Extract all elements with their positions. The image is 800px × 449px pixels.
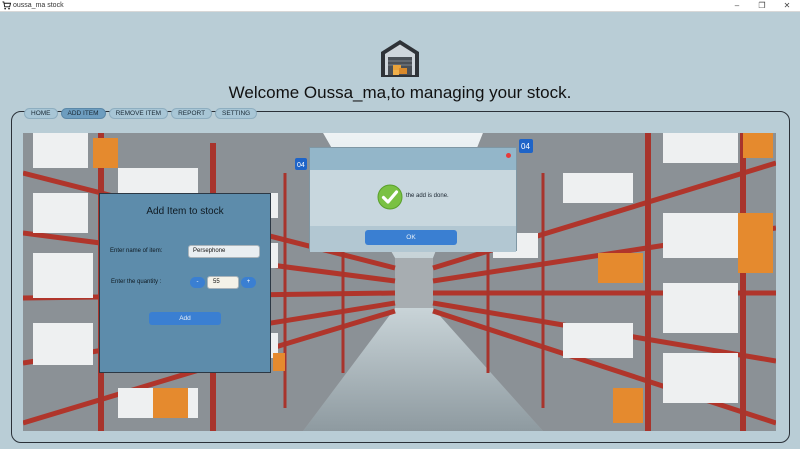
quantity-decrement-button[interactable]: -: [190, 277, 205, 288]
quantity-input[interactable]: 55: [207, 276, 239, 289]
dialog-header: [310, 148, 516, 170]
minimize-button[interactable]: –: [726, 0, 748, 12]
item-name-input[interactable]: Persephone: [188, 245, 260, 258]
tab-remove-item[interactable]: REMOVE ITEM: [108, 108, 169, 119]
window-title: oussa_ma stock: [13, 2, 64, 9]
welcome-heading: Welcome Oussa_ma,to managing your stock.: [228, 83, 572, 102]
dialog-close-icon[interactable]: [506, 153, 511, 158]
title-bar: oussa_ma stock – ❐ ✕: [0, 0, 800, 12]
svg-text:04: 04: [521, 142, 530, 151]
add-item-title: Add Item to stock: [146, 206, 224, 217]
restore-button[interactable]: ❐: [751, 0, 773, 12]
quantity-increment-button[interactable]: +: [241, 277, 256, 288]
tab-setting[interactable]: SETTING: [215, 108, 258, 119]
warehouse-icon: [381, 40, 419, 77]
close-window-button[interactable]: ✕: [776, 0, 798, 12]
tab-add-item[interactable]: ADD ITEM: [60, 108, 106, 119]
quantity-label: Enter the quantity :: [111, 279, 162, 285]
add-item-panel: Add Item to stock Enter name of item: Pe…: [99, 193, 271, 373]
tab-bar: HOME ADD ITEM REMOVE ITEM REPORT SETTING: [24, 108, 258, 119]
check-icon: [377, 184, 403, 210]
tab-home[interactable]: HOME: [24, 108, 58, 119]
confirmation-dialog: the add is done. OK: [309, 147, 517, 252]
svg-text:04: 04: [297, 162, 305, 169]
ok-button[interactable]: OK: [365, 230, 457, 245]
cart-icon: [2, 1, 11, 10]
add-button[interactable]: Add: [149, 312, 221, 325]
dialog-message: the add is done.: [406, 193, 449, 199]
tab-report[interactable]: REPORT: [171, 108, 213, 119]
item-name-label: Enter name of item:: [110, 248, 163, 254]
